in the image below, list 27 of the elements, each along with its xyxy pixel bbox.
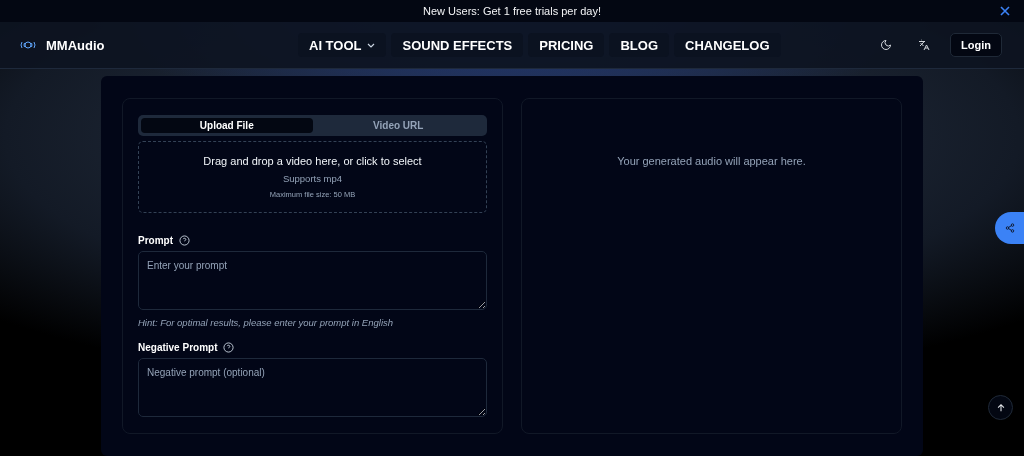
nav-link[interactable]: AI TOOL <box>298 33 387 57</box>
nav-link[interactable]: PRICING <box>528 33 605 57</box>
field-label: Prompt <box>138 235 173 247</box>
announcement-text: New Users: Get 1 free trials per day! <box>423 5 601 17</box>
share-button[interactable] <box>995 212 1024 244</box>
source-tab[interactable]: Video URL <box>312 118 484 133</box>
empty-output-message: Your generated audio will appear here. <box>616 155 807 167</box>
scroll-top-button[interactable] <box>988 395 1013 420</box>
prompt-hint: Hint: For optimal results, please enter your prompt in English <box>138 317 395 329</box>
help-icon[interactable] <box>179 235 190 247</box>
login-button[interactable]: Login <box>950 33 1002 57</box>
field-label: Negative Prompt <box>138 342 218 354</box>
supported-formats: Supports mp4 <box>282 172 343 184</box>
source-tab[interactable]: Upload File <box>141 118 313 133</box>
nav-link[interactable]: BLOG <box>609 33 669 57</box>
arrow-up-icon <box>995 402 1006 413</box>
nav-link[interactable]: SOUND EFFECTS <box>391 33 524 57</box>
caret-icon <box>367 42 376 48</box>
dropzone-title: Drag and drop a video here, or click to select <box>203 154 422 167</box>
logo-icon <box>20 39 36 51</box>
help-icon[interactable] <box>223 342 235 354</box>
nav-link[interactable]: CHANGELOG <box>674 33 781 57</box>
prompt-field[interactable]: Enter your prompt <box>138 251 487 311</box>
negative-prompt-field[interactable]: Negative prompt (optional) <box>138 358 487 417</box>
brand-name[interactable]: MMAudio <box>46 37 105 53</box>
close-icon[interactable] <box>1000 6 1010 16</box>
share-icon <box>1004 223 1015 233</box>
